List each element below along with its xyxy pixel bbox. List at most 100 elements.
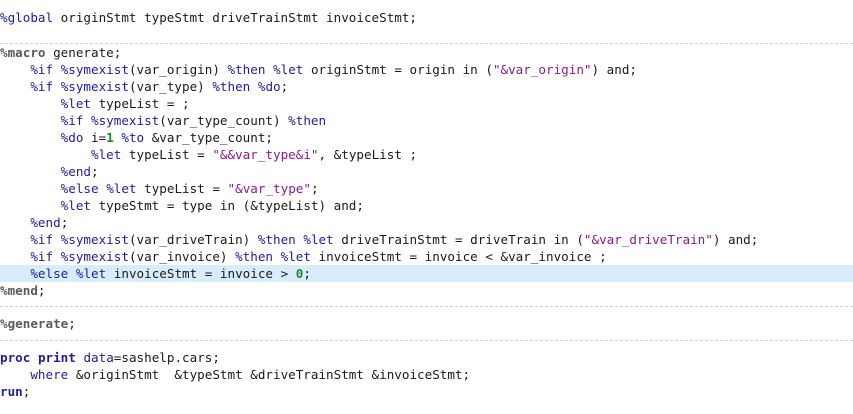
code-text: ; <box>91 164 99 179</box>
macro-keyword-token: %generate <box>0 316 69 331</box>
code-line[interactable]: %mend; <box>0 282 853 299</box>
macro-token: %let <box>106 181 137 196</box>
code-line[interactable]: run; <box>0 383 853 400</box>
code-text: ; <box>37 283 46 298</box>
code-line[interactable]: %macro generate; <box>0 44 853 61</box>
string-literal: "&&var_type&i" <box>212 147 319 162</box>
code-text: i= <box>83 130 107 145</box>
code-line[interactable]: %if %symexist(var_type) %then %do; <box>0 78 853 95</box>
code-text: generate; <box>45 45 122 60</box>
code-text: (var_type_count) <box>159 113 289 128</box>
code-text: originStmt typeStmt driveTrainStmt invoi… <box>53 10 418 25</box>
code-line[interactable]: %else %let typeList = "&var_type"; <box>0 180 853 197</box>
code-text: (var_driveTrain) <box>128 232 258 247</box>
string-literal: "&var_origin" <box>492 62 592 77</box>
code-line[interactable]: %let typeStmt = type in (&typeList) and; <box>0 197 853 214</box>
keyword-token: data <box>83 350 114 365</box>
code-text: ; <box>68 316 76 331</box>
code-line[interactable]: proc print data=sashelp.cars; <box>0 349 853 366</box>
macro-token: %if <box>30 62 54 77</box>
macro-token: %symexist <box>60 79 129 94</box>
number-literal: 1 <box>106 130 114 145</box>
code-line[interactable]: %end; <box>0 163 853 180</box>
code-line[interactable]: %if %symexist(var_origin) %then %let ori… <box>0 61 853 78</box>
code-line[interactable]: %end; <box>0 214 853 231</box>
macro-token: %end <box>30 215 61 230</box>
string-literal: "&var_driveTrain" <box>583 232 713 247</box>
code-text: typeList = <box>136 181 228 196</box>
macro-token: %if <box>30 232 54 247</box>
macro-token: %do <box>60 130 84 145</box>
code-text: driveTrainStmt = driveTrain in ( <box>333 232 584 247</box>
macro-token: %global <box>0 10 54 25</box>
code-line[interactable]: where &originStmt &typeStmt &driveTrainS… <box>0 366 853 383</box>
macro-token: %if <box>30 249 54 264</box>
macro-token: %let <box>280 249 311 264</box>
code-line[interactable]: %if %symexist(var_invoice) %then %let in… <box>0 248 853 265</box>
code-line[interactable]: %let typeList = ; <box>0 95 853 112</box>
macro-token: %then <box>227 62 266 77</box>
code-line[interactable]: %generate; <box>0 315 853 332</box>
macro-token: %then <box>288 113 327 128</box>
code-text: ; <box>60 215 69 230</box>
section-separator <box>0 340 853 341</box>
macro-keyword-token: %macro <box>0 45 46 60</box>
macro-token: %symexist <box>91 113 160 128</box>
macro-token: %else <box>30 266 69 281</box>
code-line[interactable]: %if %symexist(var_driveTrain) %then %let… <box>0 231 853 248</box>
code-text: (var_invoice) <box>128 249 236 264</box>
code-text: (var_type) <box>128 79 213 94</box>
macro-token: %else <box>60 181 99 196</box>
code-text: ; <box>303 266 311 281</box>
keyword-token: where <box>30 367 69 382</box>
code-text: =sashelp.cars; <box>113 350 220 365</box>
code-text: typeStmt = type in (&typeList) and; <box>91 198 364 213</box>
macro-token: %then <box>257 232 296 247</box>
macro-token: %let <box>60 96 92 111</box>
code-line[interactable]: %global originStmt typeStmt driveTrainSt… <box>0 9 853 26</box>
macro-token: %let <box>60 198 92 213</box>
macro-token: %symexist <box>60 62 129 77</box>
code-line-current[interactable]: %else %let invoiceStmt = invoice > 0; <box>0 265 853 282</box>
code-text: ) and; <box>591 62 638 77</box>
code-line[interactable]: %let typeList = "&&var_type&i", &typeLis… <box>0 146 853 163</box>
macro-token: %let <box>75 266 107 281</box>
code-text: (var_origin) <box>128 62 228 77</box>
macro-token: %if <box>60 113 84 128</box>
macro-token: %end <box>60 164 92 179</box>
macro-token: %let <box>91 147 122 162</box>
macro-token: %to <box>121 130 145 145</box>
code-line[interactable]: %if %symexist(var_type_count) %then <box>0 112 853 129</box>
code-line[interactable]: %do i=1 %to &var_type_count; <box>0 129 853 146</box>
code-text: ; <box>310 181 319 196</box>
code-text: ; <box>280 79 289 94</box>
code-editor[interactable]: %global originStmt typeStmt driveTrainSt… <box>0 0 853 414</box>
macro-token: %let <box>273 62 304 77</box>
code-text: ; <box>22 384 31 399</box>
code-text: &originStmt &typeStmt &driveTrainStmt &i… <box>68 367 471 382</box>
code-text: ) and; <box>712 232 759 247</box>
keyword-token: print <box>37 350 76 365</box>
string-literal: "&var_type" <box>227 181 311 196</box>
code-text: , &typeList ; <box>318 147 418 162</box>
macro-token: %do <box>257 79 281 94</box>
